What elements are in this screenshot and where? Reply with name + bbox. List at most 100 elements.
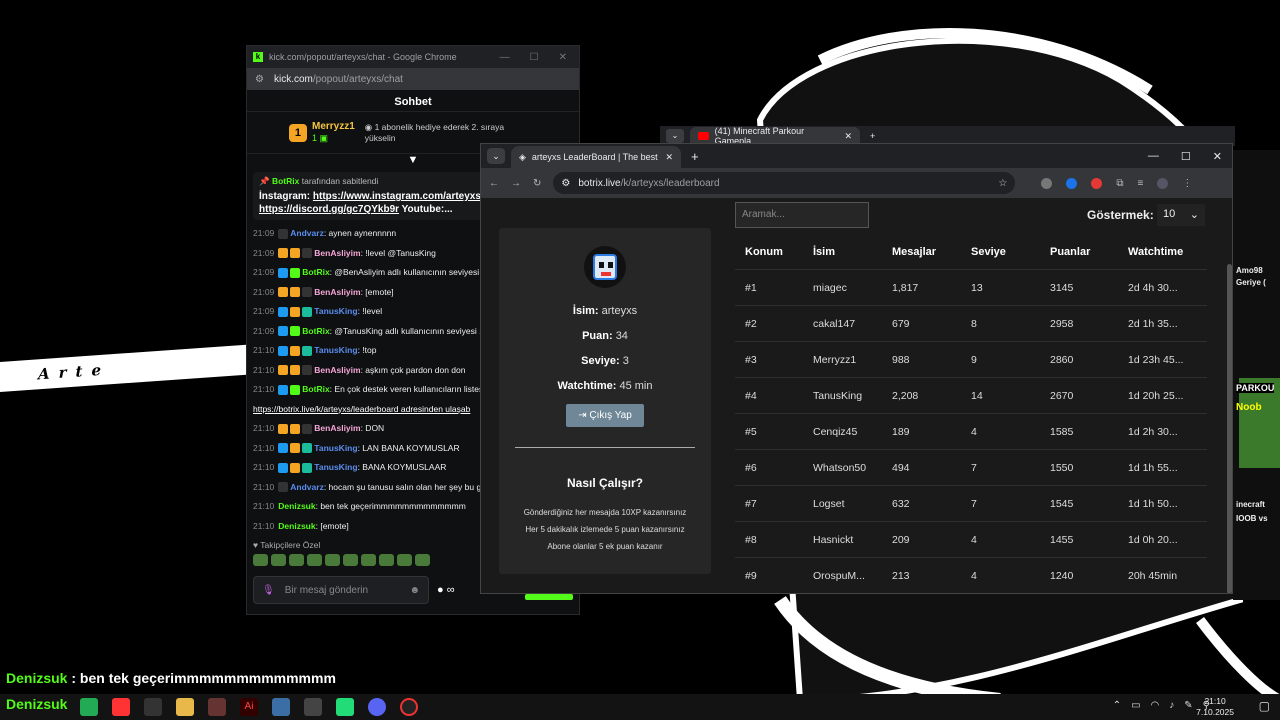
tab-close-icon[interactable]: ✕ <box>665 152 673 163</box>
col-header[interactable]: Puanlar <box>1050 246 1128 258</box>
puzzle-icon[interactable]: ⧉ <box>1116 178 1123 189</box>
bookmark-star-icon[interactable]: ☆ <box>998 178 1007 189</box>
taskbar-apps[interactable]: Ai <box>80 698 418 716</box>
message-user[interactable]: BotRix <box>302 326 329 336</box>
maximize-icon[interactable]: ☐ <box>530 52 539 63</box>
scrollbar[interactable] <box>1227 264 1232 593</box>
address-bar[interactable]: ⚙ botrix.live/k/arteyxs/leaderboard ☆ <box>553 172 1016 194</box>
message-user[interactable]: Andvarz <box>290 482 324 492</box>
extension-icon[interactable] <box>1066 177 1078 189</box>
table-row[interactable]: #2 cakal147 679 8 2958 2d 1h 35... <box>735 306 1207 342</box>
chat-link[interactable]: https://botrix.live/k/arteyxs/leaderboar… <box>253 404 470 414</box>
discord-link[interactable]: https://discord.gg/gc7QYkb9r <box>259 204 399 215</box>
logout-button[interactable]: ⇥ Çıkış Yap <box>566 404 644 427</box>
col-header[interactable]: Seviye <box>971 246 1050 258</box>
message-user[interactable]: TanusKing <box>314 462 357 472</box>
message-user[interactable]: TanusKing <box>314 345 357 355</box>
table-row[interactable]: #9 OrospuM... 213 4 1240 20h 45min <box>735 558 1207 593</box>
emote[interactable] <box>343 554 358 566</box>
maximize-icon[interactable]: ☐ <box>1181 150 1191 163</box>
minimize-icon[interactable]: — <box>500 52 510 63</box>
col-header[interactable]: İsim <box>813 246 892 258</box>
emote[interactable] <box>271 554 286 566</box>
close-icon[interactable]: ✕ <box>1213 150 1222 163</box>
network-icon[interactable]: ▭ <box>1131 700 1140 711</box>
tab-search-icon[interactable]: ⌄ <box>487 148 505 164</box>
chrome-icon[interactable] <box>336 698 354 716</box>
leaderboard-search[interactable]: Aramak... <box>735 202 869 228</box>
close-icon[interactable]: ✕ <box>559 52 567 63</box>
tab-botrix[interactable]: ◈ arteyxs LeaderBoard | The best ✕ <box>511 146 681 168</box>
forward-icon[interactable]: → <box>511 178 521 189</box>
message-user[interactable]: TanusKing <box>314 306 357 316</box>
tab-close-icon[interactable]: ✕ <box>844 131 852 142</box>
message-user[interactable]: BenAsliyim <box>314 248 360 258</box>
discord-icon[interactable] <box>368 698 386 716</box>
site-info-icon[interactable]: ⚙ <box>561 178 570 189</box>
minimize-icon[interactable]: — <box>1148 150 1159 163</box>
message-user[interactable]: Denizsuk <box>278 521 315 531</box>
message-user[interactable]: BenAsliyim <box>314 287 360 297</box>
table-row[interactable]: #7 Logset 632 7 1545 1d 1h 50... <box>735 486 1207 522</box>
wifi-icon[interactable]: ◠ <box>1151 700 1160 711</box>
kick-titlebar[interactable]: k kick.com/popout/arteyxs/chat - Google … <box>247 46 579 68</box>
back-icon[interactable]: ← <box>489 178 499 189</box>
new-tab-icon[interactable]: + <box>870 131 875 141</box>
reload-icon[interactable]: ↻ <box>533 178 541 189</box>
instagram-link[interactable]: https://www.instagram.com/arteyxs/ <box>313 191 484 202</box>
app-icon[interactable] <box>80 698 98 716</box>
emote[interactable] <box>379 554 394 566</box>
chat-input[interactable]: 🎙 Bir mesaj gönderin ☻ <box>253 576 429 604</box>
volume-icon[interactable]: ♪ <box>1169 700 1174 711</box>
emote[interactable] <box>289 554 304 566</box>
message-user[interactable]: Andvarz <box>290 228 324 238</box>
extension-icon[interactable] <box>1091 177 1103 189</box>
col-header[interactable]: Konum <box>735 246 813 258</box>
botrix-window[interactable]: ⌄ ◈ arteyxs LeaderBoard | The best ✕ + — ☐ ✕… <box>480 143 1233 594</box>
media-icon[interactable]: ≡ <box>1138 178 1144 189</box>
extensions-bar[interactable]: ⧉ ≡ ⋮ <box>1041 177 1192 189</box>
app-icon[interactable] <box>304 698 322 716</box>
obs-icon[interactable] <box>400 698 418 716</box>
chevron-up-icon[interactable]: ⌃ <box>1113 700 1121 711</box>
message-user[interactable]: BenAsliyim <box>314 365 360 375</box>
botrix-toolbar[interactable]: ← → ↻ ⚙ botrix.live/k/arteyxs/leaderboar… <box>481 168 1232 198</box>
emote[interactable] <box>397 554 412 566</box>
pen-icon[interactable]: ✎ <box>1184 700 1192 711</box>
emote[interactable] <box>325 554 340 566</box>
table-row[interactable]: #4 TanusKing 2,208 14 2670 1d 20h 25... <box>735 378 1207 414</box>
kick-urlbar[interactable]: ⚙ kick.com/popout/arteyxs/chat <box>247 68 579 90</box>
site-info-icon[interactable]: ⚙ <box>255 74 264 85</box>
table-row[interactable]: #1 miagec 1,817 13 3145 2d 4h 30... <box>735 270 1207 306</box>
emote[interactable] <box>361 554 376 566</box>
menu-icon[interactable]: ⋮ <box>1182 178 1192 189</box>
send-button[interactable] <box>525 594 573 600</box>
adobe-icon[interactable]: Ai <box>240 698 258 716</box>
app-icon[interactable] <box>208 698 226 716</box>
col-header[interactable]: Mesajlar <box>892 246 971 258</box>
table-row[interactable]: #3 Merryzz1 988 9 2860 1d 23h 45... <box>735 342 1207 378</box>
emote[interactable] <box>253 554 268 566</box>
app-icon[interactable] <box>272 698 290 716</box>
folder-icon[interactable] <box>176 698 194 716</box>
points-icon[interactable]: ● <box>437 584 444 596</box>
emote[interactable] <box>415 554 430 566</box>
infinity-icon[interactable]: ∞ <box>447 584 455 596</box>
table-row[interactable]: #5 Cenqiz45 189 4 1585 1d 2h 30... <box>735 414 1207 450</box>
message-user[interactable]: Denizsuk <box>278 501 315 511</box>
chat-tools[interactable]: ● ∞ <box>437 584 455 596</box>
message-user[interactable]: TanusKing <box>314 443 357 453</box>
tab-search-icon[interactable]: ⌄ <box>666 129 684 143</box>
message-user[interactable]: BotRix <box>302 267 329 277</box>
message-user[interactable]: BenAsliyim <box>314 423 360 433</box>
table-row[interactable]: #6 Whatson50 494 7 1550 1d 1h 55... <box>735 450 1207 486</box>
mic-icon[interactable]: 🎙 <box>262 585 275 596</box>
app-icon[interactable] <box>144 698 162 716</box>
extension-icon[interactable] <box>1041 177 1053 189</box>
chrome-icon[interactable] <box>112 698 130 716</box>
notification-icon[interactable]: ▢ <box>1259 699 1270 713</box>
botrix-tabstrip[interactable]: ⌄ ◈ arteyxs LeaderBoard | The best ✕ + — ☐ ✕ <box>481 144 1232 168</box>
clock[interactable]: 21:10 7.10.2025 <box>1196 696 1234 718</box>
message-user[interactable]: BotRix <box>302 384 329 394</box>
taskbar[interactable]: Denizsuk Ai ⌃ ▭ ◠ ♪ ✎ ⚲ 21:10 7.10.2025 ▢ <box>0 694 1280 720</box>
